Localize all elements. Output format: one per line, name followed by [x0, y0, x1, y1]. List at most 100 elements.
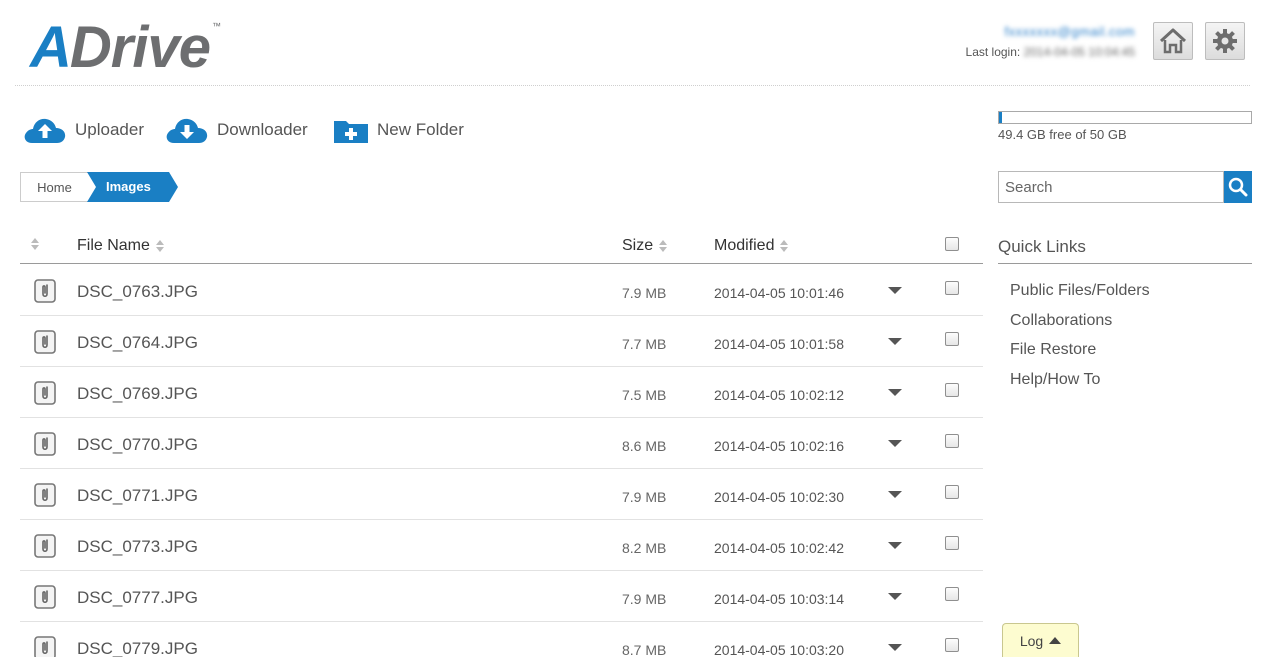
- logo-trademark: ™: [211, 21, 221, 31]
- table-row[interactable]: DSC_0779.JPG 8.7 MB 2014-04-05 10:03:20: [20, 622, 983, 657]
- row-menu-dropdown-icon[interactable]: [888, 440, 902, 447]
- settings-button[interactable]: [1205, 22, 1245, 60]
- file-name[interactable]: DSC_0763.JPG: [77, 282, 198, 302]
- file-size: 8.2 MB: [622, 540, 667, 556]
- quick-link-file-restore[interactable]: File Restore: [1010, 341, 1150, 371]
- row-menu-dropdown-icon[interactable]: [888, 287, 902, 294]
- row-checkbox[interactable]: [945, 434, 959, 448]
- select-all-checkbox[interactable]: [945, 237, 959, 251]
- table-row[interactable]: DSC_0770.JPG 8.6 MB 2014-04-05 10:02:16: [20, 418, 983, 469]
- quick-link-help[interactable]: Help/How To: [1010, 371, 1150, 401]
- log-tab[interactable]: Log: [1002, 623, 1079, 657]
- last-login-value: 2014-04-05 10:04:45: [1023, 45, 1135, 59]
- sort-arrows-icon: [155, 239, 164, 253]
- downloader-button[interactable]: Downloader: [165, 116, 308, 144]
- quick-links-divider: [998, 263, 1252, 264]
- row-menu-dropdown-icon[interactable]: [888, 389, 902, 396]
- search-input[interactable]: [998, 171, 1224, 203]
- file-modified: 2014-04-05 10:02:12: [714, 387, 844, 403]
- file-name[interactable]: DSC_0770.JPG: [77, 435, 198, 455]
- file-modified: 2014-04-05 10:01:46: [714, 285, 844, 301]
- row-checkbox[interactable]: [945, 638, 959, 652]
- file-name[interactable]: DSC_0769.JPG: [77, 384, 198, 404]
- adrive-logo[interactable]: A Drive ™: [30, 14, 221, 80]
- modified-header-label: Modified: [714, 237, 775, 254]
- sort-arrows-icon: [780, 239, 789, 253]
- file-attachment-icon: [34, 381, 56, 405]
- size-column-header[interactable]: Size: [622, 237, 668, 255]
- breadcrumb-current[interactable]: Images: [87, 172, 178, 202]
- file-attachment-icon: [34, 432, 56, 456]
- file-name[interactable]: DSC_0779.JPG: [77, 639, 198, 657]
- quick-links-list: Public Files/Folders Collaborations File…: [1010, 282, 1150, 400]
- row-menu-dropdown-icon[interactable]: [888, 338, 902, 345]
- file-attachment-icon: [34, 279, 56, 303]
- sort-type-column[interactable]: [31, 237, 39, 251]
- file-size: 7.9 MB: [622, 285, 667, 301]
- breadcrumb-home[interactable]: Home: [20, 172, 88, 202]
- row-checkbox[interactable]: [945, 536, 959, 550]
- logo-drive: Drive: [69, 15, 211, 80]
- cloud-download-icon: [166, 118, 208, 143]
- table-row[interactable]: DSC_0764.JPG 7.7 MB 2014-04-05 10:01:58: [20, 316, 983, 367]
- uploader-label: Uploader: [75, 120, 144, 139]
- logo-a: A: [30, 15, 72, 80]
- modified-column-header[interactable]: Modified: [714, 237, 789, 255]
- last-login-label: Last login:: [965, 45, 1021, 59]
- search-button[interactable]: [1224, 171, 1252, 203]
- file-modified: 2014-04-05 10:03:20: [714, 642, 844, 657]
- uploader-button[interactable]: Uploader: [23, 116, 144, 144]
- table-row[interactable]: DSC_0771.JPG 7.9 MB 2014-04-05 10:02:30: [20, 469, 983, 520]
- file-name[interactable]: DSC_0771.JPG: [77, 486, 198, 506]
- row-checkbox[interactable]: [945, 332, 959, 346]
- chevron-up-icon: [1049, 637, 1062, 644]
- row-checkbox[interactable]: [945, 587, 959, 601]
- table-row[interactable]: DSC_0763.JPG 7.9 MB 2014-04-05 10:01:46: [20, 265, 983, 316]
- file-table-header: File Name Size Modified: [20, 228, 983, 264]
- log-label: Log: [1019, 632, 1044, 649]
- file-size: 7.9 MB: [622, 489, 667, 505]
- file-modified: 2014-04-05 10:01:58: [714, 336, 844, 352]
- gear-icon: [1213, 29, 1237, 53]
- home-icon: [1159, 28, 1187, 54]
- file-modified: 2014-04-05 10:03:14: [714, 591, 844, 607]
- header-divider: [15, 85, 1250, 86]
- search-box: [998, 171, 1252, 203]
- new-folder-label: New Folder: [377, 120, 464, 139]
- user-info: fxxxxxxx@gmail.com Last login: 2014-04-0…: [966, 24, 1135, 59]
- file-size: 8.6 MB: [622, 438, 667, 454]
- file-size: 7.5 MB: [622, 387, 667, 403]
- new-folder-icon: [334, 121, 368, 143]
- row-menu-dropdown-icon[interactable]: [888, 491, 902, 498]
- table-row[interactable]: DSC_0773.JPG 8.2 MB 2014-04-05 10:02:42: [20, 520, 983, 571]
- file-attachment-icon: [34, 534, 56, 558]
- file-name-column-header[interactable]: File Name: [77, 237, 164, 255]
- file-name[interactable]: DSC_0773.JPG: [77, 537, 198, 557]
- sort-arrows-icon: [659, 239, 668, 253]
- file-modified: 2014-04-05 10:02:42: [714, 540, 844, 556]
- file-name[interactable]: DSC_0777.JPG: [77, 588, 198, 608]
- storage-usage-fill: [999, 112, 1003, 123]
- row-checkbox[interactable]: [945, 281, 959, 295]
- file-size: 7.9 MB: [622, 591, 667, 607]
- user-email[interactable]: fxxxxxxx@gmail.com: [966, 24, 1135, 39]
- row-menu-dropdown-icon[interactable]: [888, 593, 902, 600]
- row-checkbox[interactable]: [945, 383, 959, 397]
- cloud-upload-icon: [24, 118, 66, 143]
- row-checkbox[interactable]: [945, 485, 959, 499]
- file-attachment-icon: [34, 330, 56, 354]
- home-button[interactable]: [1153, 22, 1193, 60]
- breadcrumb-current-label: Images: [106, 179, 151, 194]
- table-row[interactable]: DSC_0777.JPG 7.9 MB 2014-04-05 10:03:14: [20, 571, 983, 622]
- quick-link-collaborations[interactable]: Collaborations: [1010, 312, 1150, 342]
- row-menu-dropdown-icon[interactable]: [888, 542, 902, 549]
- row-menu-dropdown-icon[interactable]: [888, 644, 902, 651]
- quick-link-public-files[interactable]: Public Files/Folders: [1010, 282, 1150, 312]
- file-size: 8.7 MB: [622, 642, 667, 657]
- select-all-column: [945, 237, 959, 251]
- file-name[interactable]: DSC_0764.JPG: [77, 333, 198, 353]
- table-row[interactable]: DSC_0769.JPG 7.5 MB 2014-04-05 10:02:12: [20, 367, 983, 418]
- search-icon: [1228, 177, 1248, 197]
- new-folder-button[interactable]: New Folder: [333, 116, 464, 144]
- file-name-header-label: File Name: [77, 237, 150, 254]
